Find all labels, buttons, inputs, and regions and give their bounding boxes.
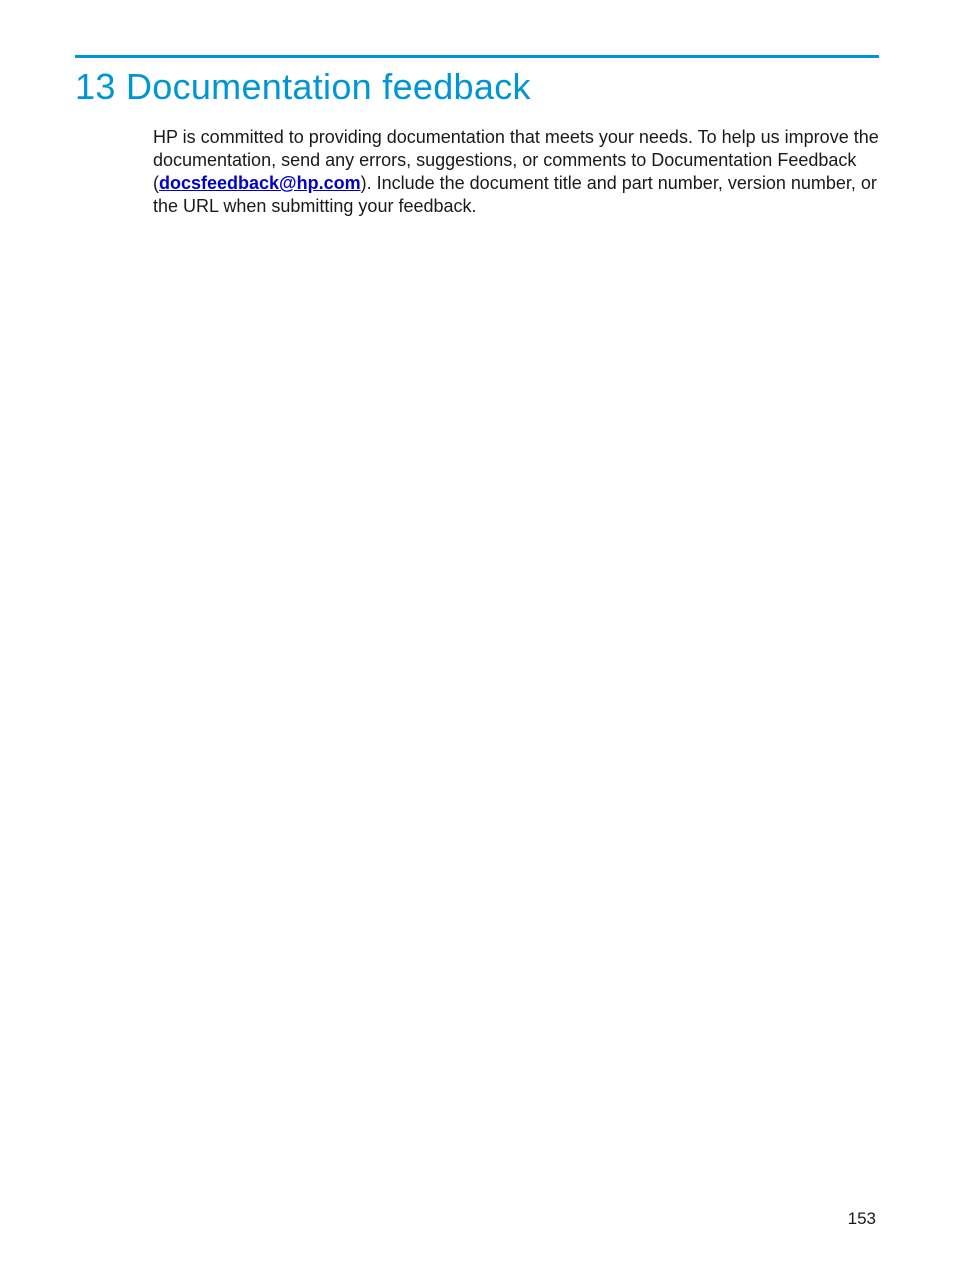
horizontal-rule	[75, 55, 879, 58]
feedback-email-link[interactable]: docsfeedback@hp.com	[159, 173, 361, 193]
body-paragraph: HP is committed to providing documentati…	[153, 126, 879, 218]
section-heading: 13 Documentation feedback	[75, 66, 879, 108]
page-container: 13 Documentation feedback HP is committe…	[0, 0, 954, 218]
page-number: 153	[848, 1209, 876, 1229]
